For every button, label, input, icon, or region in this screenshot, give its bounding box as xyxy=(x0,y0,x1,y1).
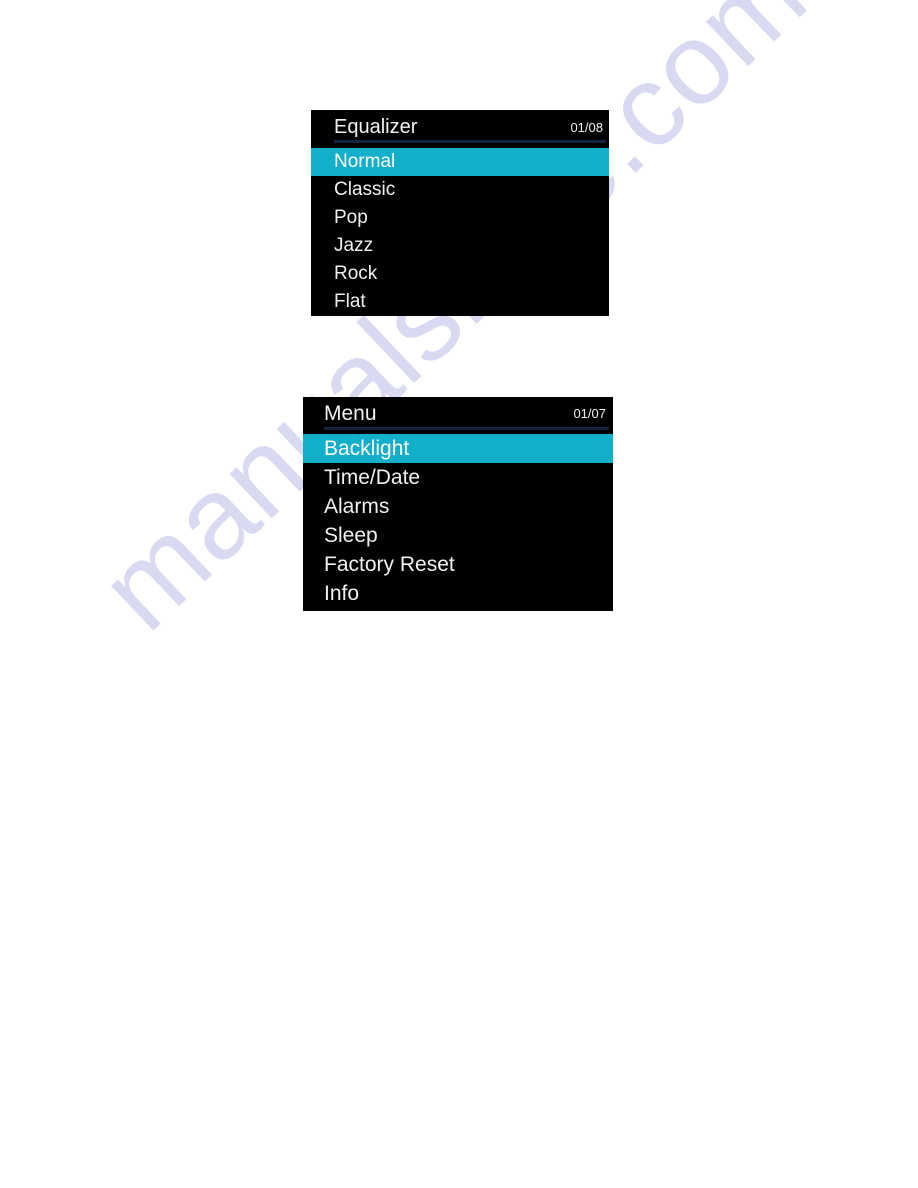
menu-screen-title: Menu xyxy=(324,401,377,425)
menu-item-backlight[interactable]: Backlight xyxy=(303,434,613,463)
menu-item-factory-reset[interactable]: Factory Reset xyxy=(303,550,613,579)
equalizer-screen: Equalizer 01/08 Normal Classic Pop Jazz … xyxy=(311,110,609,316)
equalizer-item-rock[interactable]: Rock xyxy=(311,260,609,288)
equalizer-screen-title: Equalizer xyxy=(334,115,418,138)
menu-title-separator xyxy=(324,427,609,430)
menu-item-sleep[interactable]: Sleep xyxy=(303,521,613,550)
menu-title-bar: Menu 01/07 xyxy=(303,397,613,430)
equalizer-title-bar: Equalizer 01/08 xyxy=(311,110,609,144)
menu-item-time-date[interactable]: Time/Date xyxy=(303,463,613,492)
menu-page-counter: 01/07 xyxy=(573,406,606,421)
menu-item-info[interactable]: Info xyxy=(303,579,613,608)
equalizer-item-classic[interactable]: Classic xyxy=(311,176,609,204)
equalizer-menu-list: Normal Classic Pop Jazz Rock Flat xyxy=(311,148,609,316)
equalizer-item-normal[interactable]: Normal xyxy=(311,148,609,176)
equalizer-title-separator xyxy=(334,140,606,143)
equalizer-item-flat[interactable]: Flat xyxy=(311,288,609,316)
equalizer-item-jazz[interactable]: Jazz xyxy=(311,232,609,260)
menu-list: Backlight Time/Date Alarms Sleep Factory… xyxy=(303,434,613,608)
equalizer-page-counter: 01/08 xyxy=(570,119,603,135)
main-menu-screen: Menu 01/07 Backlight Time/Date Alarms Sl… xyxy=(303,397,613,611)
menu-item-alarms[interactable]: Alarms xyxy=(303,492,613,521)
equalizer-item-pop[interactable]: Pop xyxy=(311,204,609,232)
